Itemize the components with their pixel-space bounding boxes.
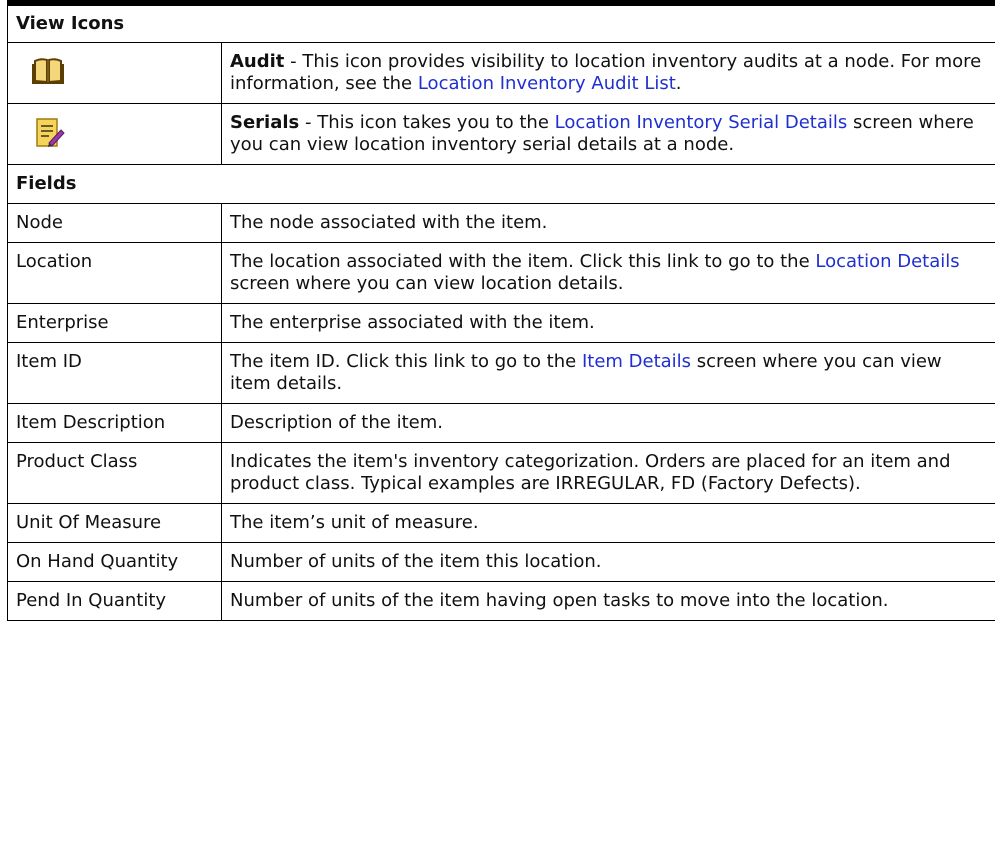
field-description: Number of units of the item this locatio… [221,542,995,582]
field-row-location: Location The location associated with th… [7,242,995,304]
icon-cell [7,42,222,104]
link-item-details[interactable]: Item Details [582,351,691,372]
document-page: View Icons Audit - This icon provides vi… [7,0,995,621]
field-row-item-description: Item Description Description of the item… [7,403,995,443]
icon-row-serials: Serials - This icon takes you to the Loc… [7,103,995,165]
field-row-product-class: Product Class Indicates the item's inven… [7,442,995,504]
field-description: Indicates the item's inventory categoriz… [221,442,995,504]
field-description: Number of units of the item having open … [221,581,995,621]
field-name: Enterprise [7,303,222,343]
section-title: Fields [7,164,995,204]
field-name: Unit Of Measure [7,503,222,543]
field-description: The location associated with the item. C… [221,242,995,304]
field-description: The item ID. Click this link to go to th… [221,342,995,404]
field-row-pend-in-quantity: Pend In Quantity Number of units of the … [7,581,995,621]
field-row-enterprise: Enterprise The enterprise associated wit… [7,303,995,343]
field-name: Pend In Quantity [7,581,222,621]
field-row-on-hand-quantity: On Hand Quantity Number of units of the … [7,542,995,582]
link-location-inventory-serial-details[interactable]: Location Inventory Serial Details [555,112,848,133]
field-name: Product Class [7,442,222,504]
field-name: On Hand Quantity [7,542,222,582]
field-description: The enterprise associated with the item. [221,303,995,343]
section-title: View Icons [7,5,995,43]
section-header-view-icons: View Icons [7,5,995,43]
field-name: Node [7,203,222,243]
open-book-icon [32,55,68,91]
field-row-node: Node The node associated with the item. [7,203,995,243]
reference-table: View Icons Audit - This icon provides vi… [7,5,995,621]
field-name: Item Description [7,403,222,443]
field-row-unit-of-measure: Unit Of Measure The item’s unit of measu… [7,503,995,543]
link-location-inventory-audit-list[interactable]: Location Inventory Audit List [418,73,676,94]
icon-description: Serials - This icon takes you to the Loc… [221,103,995,165]
icon-term: Serials [230,112,300,133]
field-name: Location [7,242,222,304]
icon-cell [7,103,222,165]
icon-description: Audit - This icon provides visibility to… [221,42,995,104]
field-name: Item ID [7,342,222,404]
link-location-details[interactable]: Location Details [815,251,959,272]
field-description: The item’s unit of measure. [221,503,995,543]
field-description: The node associated with the item. [221,203,995,243]
icon-row-audit: Audit - This icon provides visibility to… [7,42,995,104]
field-description: Description of the item. [221,403,995,443]
section-header-fields: Fields [7,164,995,204]
icon-term: Audit [230,51,285,72]
field-row-item-id: Item ID The item ID. Click this link to … [7,342,995,404]
notepad-pencil-icon [32,116,68,152]
